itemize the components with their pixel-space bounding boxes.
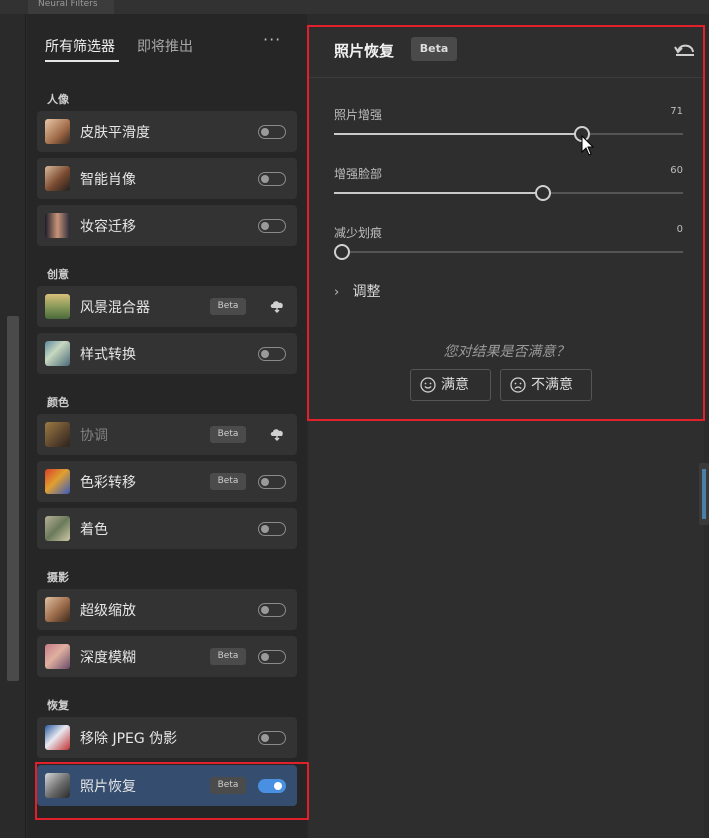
outer-scroll-rail <box>0 14 26 838</box>
scrollbar-thumb[interactable] <box>7 316 19 681</box>
window-tab-strip: Neural Filters <box>0 0 709 14</box>
more-options-ellipsis-icon[interactable]: ··· <box>263 30 281 49</box>
filter-label: 智能肖像 <box>80 172 136 188</box>
filter-toggle[interactable] <box>258 522 286 536</box>
filter-thumbnail <box>45 597 70 622</box>
filter-thumbnail <box>45 294 70 319</box>
filter-label: 样式转换 <box>80 347 136 363</box>
filter-tabs: 所有筛选器 即将推出 ··· <box>45 30 295 66</box>
filter-thumbnail <box>45 644 70 669</box>
beta-badge: Beta <box>210 473 246 490</box>
filter-label: 皮肤平滑度 <box>80 125 150 141</box>
section-title-creative: 创意 <box>47 268 69 281</box>
filter-item-colorize[interactable]: 着色 <box>37 508 297 549</box>
beta-badge: Beta <box>210 426 246 443</box>
filter-thumbnail <box>45 725 70 750</box>
filter-item-makeup-transfer[interactable]: 妆容迁移 <box>37 205 297 246</box>
filter-toggle[interactable] <box>258 219 286 233</box>
filter-thumbnail <box>45 119 70 144</box>
filter-thumbnail <box>45 166 70 191</box>
active-tab-underline <box>45 60 119 62</box>
filter-item-remove-jpeg-artifacts[interactable]: 移除 JPEG 伪影 <box>37 717 297 758</box>
section-title-portrait: 人像 <box>47 93 69 106</box>
filter-thumbnail <box>45 469 70 494</box>
filter-toggle[interactable] <box>258 475 286 489</box>
section-title-photography: 摄影 <box>47 571 69 584</box>
filter-label: 移除 JPEG 伪影 <box>80 731 178 747</box>
filter-label: 妆容迁移 <box>80 219 136 235</box>
tab-all-filters[interactable]: 所有筛选器 <box>45 36 115 56</box>
filter-thumbnail <box>45 516 70 541</box>
highlight-box-selected-filter <box>35 762 309 820</box>
filter-list-panel: 所有筛选器 即将推出 ··· 人像 皮肤平滑度 智能肖像 妆容迁移 创意 风景混… <box>27 14 307 838</box>
section-title-color: 颜色 <box>47 396 69 409</box>
filter-toggle[interactable] <box>258 650 286 664</box>
filter-toggle[interactable] <box>258 347 286 361</box>
cloud-download-icon[interactable] <box>269 299 285 313</box>
filter-item-landscape-mixer[interactable]: 风景混合器 Beta <box>37 286 297 327</box>
filter-toggle[interactable] <box>258 125 286 139</box>
filter-label: 超级缩放 <box>80 603 136 619</box>
filter-label: 着色 <box>80 522 108 538</box>
filter-item-smart-portrait[interactable]: 智能肖像 <box>37 158 297 199</box>
filter-item-color-transfer[interactable]: 色彩转移 Beta <box>37 461 297 502</box>
filter-thumbnail <box>45 341 70 366</box>
filter-thumbnail <box>45 422 70 447</box>
beta-badge: Beta <box>210 298 246 315</box>
filter-item-harmonize[interactable]: 协调 Beta <box>37 414 297 455</box>
section-title-restoration: 恢复 <box>47 699 69 712</box>
filter-item-depth-blur[interactable]: 深度模糊 Beta <box>37 636 297 677</box>
filter-toggle[interactable] <box>258 603 286 617</box>
filter-item-skin-smoothing[interactable]: 皮肤平滑度 <box>37 111 297 152</box>
beta-badge: Beta <box>210 648 246 665</box>
window-tab[interactable]: Neural Filters <box>28 0 114 14</box>
filter-thumbnail <box>45 213 70 238</box>
filter-label: 协调 <box>80 428 108 444</box>
filter-label: 色彩转移 <box>80 475 136 491</box>
filter-item-style-transfer[interactable]: 样式转换 <box>37 333 297 374</box>
filter-item-super-zoom[interactable]: 超级缩放 <box>37 589 297 630</box>
filter-label: 深度模糊 <box>80 650 136 666</box>
right-edge-handle[interactable] <box>699 463 709 525</box>
cloud-download-icon[interactable] <box>269 427 285 441</box>
filter-toggle[interactable] <box>258 172 286 186</box>
filter-toggle[interactable] <box>258 731 286 745</box>
filter-label: 风景混合器 <box>80 300 150 316</box>
highlight-box-detail-panel <box>307 25 705 421</box>
tab-coming-soon[interactable]: 即将推出 <box>137 36 193 56</box>
